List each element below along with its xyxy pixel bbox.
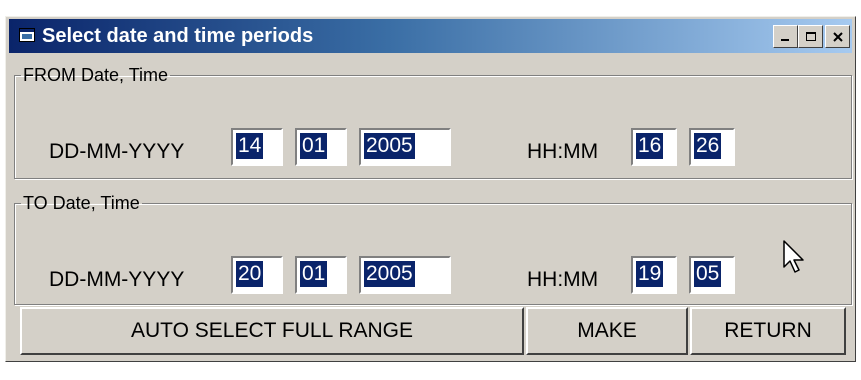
make-button[interactable]: MAKE (526, 307, 688, 355)
to-minute-value: 05 (694, 261, 722, 287)
maximize-icon (805, 31, 816, 41)
to-date-format-label: DD-MM-YYYY (49, 268, 185, 291)
to-day-value: 20 (236, 261, 264, 287)
to-minute-input[interactable]: 05 (689, 256, 735, 294)
from-year-value: 2005 (364, 133, 415, 159)
mouse-pointer-icon (783, 240, 804, 273)
to-year-value: 2005 (364, 261, 415, 287)
dialog-window: Select date and time periods FROM Date, … (5, 16, 856, 362)
return-button[interactable]: RETURN (690, 307, 846, 355)
auto-select-full-range-button[interactable]: AUTO SELECT FULL RANGE (20, 307, 524, 355)
maximize-button[interactable] (798, 25, 823, 48)
to-hour-input[interactable]: 19 (631, 256, 677, 294)
from-day-value: 14 (236, 133, 264, 159)
from-group: FROM Date, Time DD-MM-YYYY 14 01 2005 HH… (14, 65, 852, 179)
from-minute-input[interactable]: 26 (689, 128, 735, 166)
from-minute-value: 26 (694, 133, 722, 159)
to-group: TO Date, Time DD-MM-YYYY 20 01 2005 HH:M… (14, 193, 852, 305)
from-date-format-label: DD-MM-YYYY (49, 140, 185, 163)
from-month-value: 01 (300, 133, 328, 159)
app-icon (19, 28, 35, 42)
from-month-input[interactable]: 01 (295, 128, 347, 166)
to-month-input[interactable]: 01 (295, 256, 347, 294)
from-hour-input[interactable]: 16 (631, 128, 677, 166)
close-button[interactable] (825, 25, 850, 48)
to-month-value: 01 (300, 261, 328, 287)
to-year-input[interactable]: 2005 (359, 256, 451, 294)
close-icon (832, 31, 843, 42)
from-legend: FROM Date, Time (23, 65, 169, 85)
to-legend: TO Date, Time (23, 193, 140, 213)
from-year-input[interactable]: 2005 (359, 128, 451, 166)
title-bar[interactable]: Select date and time periods (9, 19, 852, 53)
from-time-format-label: HH:MM (527, 140, 599, 163)
from-day-input[interactable]: 14 (231, 128, 283, 166)
from-hour-value: 16 (636, 133, 664, 159)
to-day-input[interactable]: 20 (231, 256, 283, 294)
window-title: Select date and time periods (42, 25, 314, 47)
minimize-button[interactable] (773, 25, 798, 48)
to-time-format-label: HH:MM (527, 268, 599, 291)
minimize-icon (780, 38, 789, 41)
to-hour-value: 19 (636, 261, 664, 287)
